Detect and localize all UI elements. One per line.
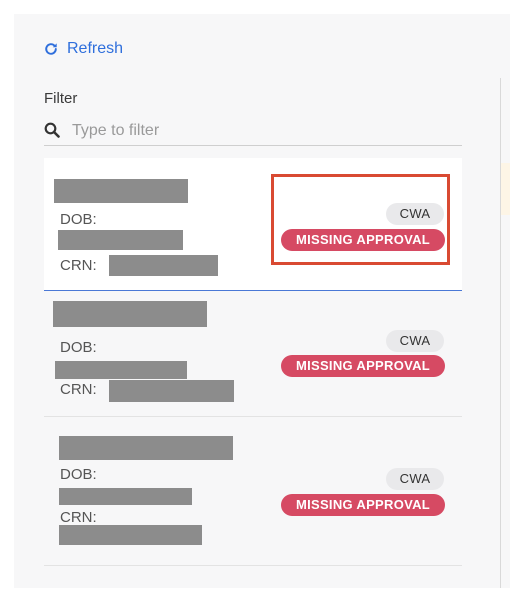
filter-input[interactable] <box>72 119 432 143</box>
redacted-name <box>59 436 233 460</box>
type-badge: CWA <box>386 468 444 490</box>
list-item[interactable]: DOB: CRN: CWA MISSING APPROVAL <box>44 291 462 417</box>
dob-label: DOB: <box>60 339 97 356</box>
search-icon <box>44 122 60 138</box>
dob-label: DOB: <box>60 466 97 483</box>
status-badge: MISSING APPROVAL <box>281 494 445 516</box>
redacted-dob <box>59 488 192 505</box>
crn-label: CRN: <box>60 381 97 398</box>
redacted-dob <box>55 361 187 379</box>
panel-divider <box>500 78 501 588</box>
list-item[interactable]: DOB: CRN: CWA MISSING APPROVAL <box>44 417 462 566</box>
annotation-highlight-box <box>271 174 450 265</box>
redacted-crn <box>59 525 202 545</box>
redacted-dob <box>58 230 183 250</box>
filter-label: Filter <box>44 90 78 107</box>
filter-field[interactable] <box>44 117 462 146</box>
refresh-icon <box>45 43 57 55</box>
redacted-name <box>53 301 207 327</box>
type-badge: CWA <box>386 330 444 352</box>
status-badge: MISSING APPROVAL <box>281 355 445 377</box>
crn-label: CRN: <box>60 257 97 274</box>
crn-label: CRN: <box>60 509 97 526</box>
refresh-button[interactable]: Refresh <box>44 40 123 58</box>
dob-label: DOB: <box>60 211 97 228</box>
redacted-name <box>54 179 188 203</box>
detail-pane-edge <box>501 163 510 215</box>
redacted-crn <box>109 380 234 402</box>
refresh-label: Refresh <box>67 40 124 57</box>
redacted-crn <box>109 255 218 276</box>
